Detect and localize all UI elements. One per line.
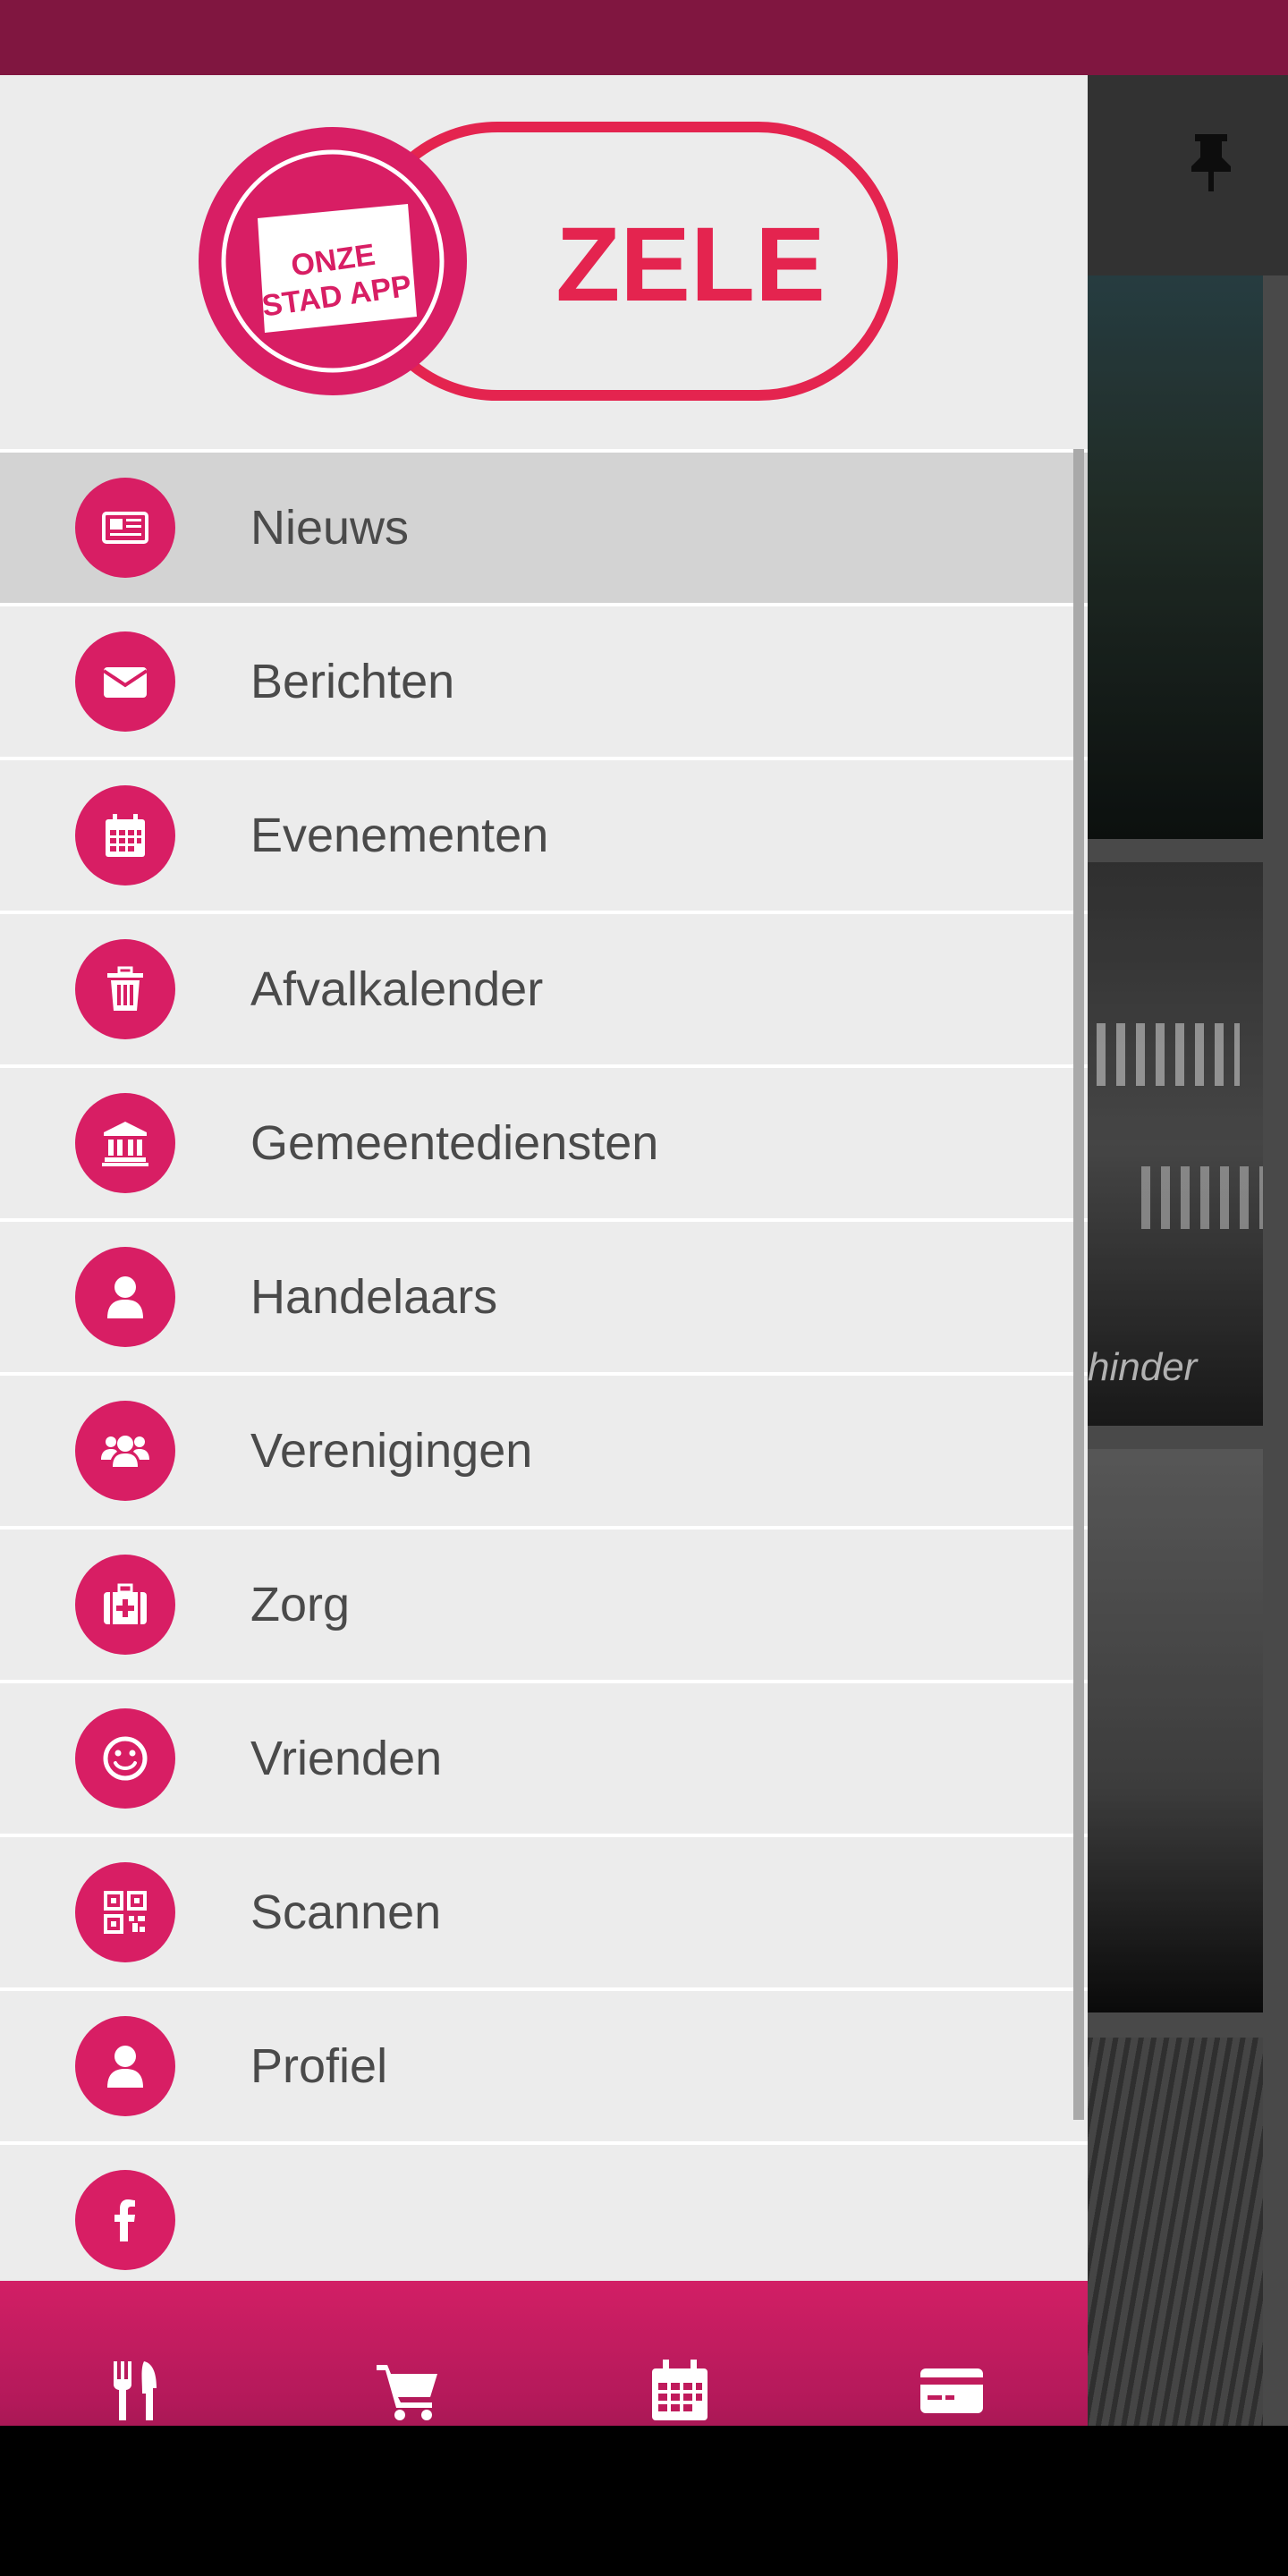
drawer-menu: Nieuws Berichten Evenementen Afvalkalend…	[0, 453, 1088, 2299]
logo-city-text: ZELE	[555, 206, 826, 324]
calendar-icon	[652, 2360, 708, 2420]
smile-icon	[75, 1708, 175, 1809]
drawer-scrim[interactable]	[1088, 75, 1288, 2426]
tab-food[interactable]	[0, 2281, 272, 2426]
tab-loyalty-card[interactable]	[816, 2281, 1088, 2426]
menu-item-partial[interactable]	[0, 2145, 1088, 2299]
system-navigation-bar	[0, 2426, 1288, 2576]
facebook-icon	[75, 2170, 175, 2270]
menu-item-label: Vrienden	[250, 1732, 443, 1785]
menu-item-label: Profiel	[250, 2039, 388, 2093]
menu-item-label: Scannen	[250, 1885, 442, 1939]
menu-item-label: Verenigingen	[250, 1424, 533, 1478]
menu-item-profiel[interactable]: Profiel	[0, 1991, 1088, 2145]
navigation-drawer: ONZE STAD APP ZELE Nieuws Berichten Even…	[0, 75, 1088, 2426]
menu-item-handelaars[interactable]: Handelaars	[0, 1222, 1088, 1376]
medkit-icon	[75, 1555, 175, 1655]
bottom-navigation	[0, 2281, 1088, 2426]
institution-icon	[75, 1093, 175, 1193]
menu-item-label: Zorg	[250, 1578, 351, 1631]
tab-shop[interactable]	[272, 2281, 544, 2426]
menu-item-berichten[interactable]: Berichten	[0, 606, 1088, 760]
newspaper-icon	[75, 478, 175, 578]
envelope-icon	[75, 631, 175, 732]
drawer-header: ONZE STAD APP ZELE	[0, 75, 1088, 453]
menu-item-label: Nieuws	[250, 501, 410, 555]
menu-item-evenementen[interactable]: Evenementen	[0, 760, 1088, 914]
trash-icon	[75, 939, 175, 1039]
users-icon	[75, 1401, 175, 1501]
menu-item-nieuws[interactable]: Nieuws	[0, 453, 1088, 606]
credit-card-icon	[920, 2368, 983, 2413]
menu-item-label: Afvalkalender	[250, 962, 544, 1016]
menu-item-label: Handelaars	[250, 1270, 498, 1324]
zele-logo: ONZE STAD APP ZELE	[199, 122, 898, 401]
cart-icon	[377, 2365, 437, 2420]
calendar-icon	[75, 785, 175, 886]
user-icon	[75, 2016, 175, 2116]
menu-item-zorg[interactable]: Zorg	[0, 1530, 1088, 1683]
menu-item-afvalkalender[interactable]: Afvalkalender	[0, 914, 1088, 1068]
menu-item-label: Evenementen	[250, 809, 549, 862]
cutlery-icon	[114, 2361, 157, 2420]
status-bar	[0, 0, 1288, 75]
menu-item-label: Gemeentediensten	[250, 1116, 659, 1170]
menu-item-vrienden[interactable]: Vrienden	[0, 1683, 1088, 1837]
menu-item-gemeentediensten[interactable]: Gemeentediensten	[0, 1068, 1088, 1222]
user-icon	[75, 1247, 175, 1347]
menu-item-verenigingen[interactable]: Verenigingen	[0, 1376, 1088, 1530]
drawer-scrollbar[interactable]	[1073, 449, 1084, 2120]
menu-item-label: Berichten	[250, 655, 455, 708]
qrcode-icon	[75, 1862, 175, 1962]
menu-item-scannen[interactable]: Scannen	[0, 1837, 1088, 1991]
tab-calendar[interactable]	[544, 2281, 816, 2426]
